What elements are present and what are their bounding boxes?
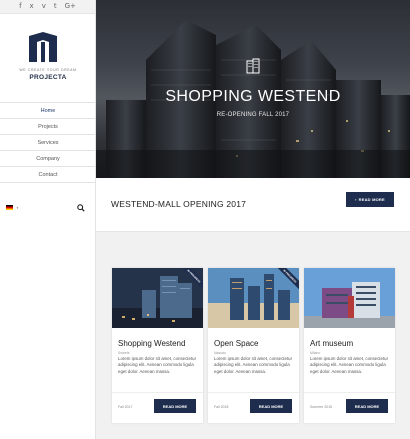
project-image[interactable]: IN PROGRESS (112, 268, 203, 328)
card-category: Milano (310, 351, 321, 355)
card-divider (112, 392, 203, 393)
card-date: Fall 2018 (214, 405, 229, 409)
card-date: Summer 2015 (310, 405, 332, 409)
social-bar: f x v t G+ (0, 0, 95, 14)
hero-title: SHOPPING WESTEND (165, 88, 341, 105)
button-label: READ MORE (358, 197, 385, 202)
chevron-down-icon: ▼ (16, 205, 19, 210)
building-icon (246, 58, 260, 74)
project-card[interactable]: Art museum Milano Lorem ipsum dolor sit … (304, 268, 395, 423)
card-divider (208, 392, 299, 393)
brand-tagline: WE CREATE YOUR DREAM (19, 68, 77, 72)
google-plus-icon[interactable]: G+ (65, 3, 76, 10)
card-title[interactable]: Shopping Westend (118, 339, 185, 348)
main-nav: Home Projects Services Company Contact (0, 102, 96, 183)
card-read-more-button[interactable]: READ MORE (154, 399, 196, 413)
xing-icon[interactable]: x (30, 3, 34, 10)
card-date: Fall 2017 (118, 405, 133, 409)
chevron-right-icon: › (355, 197, 357, 202)
logo-icon[interactable] (27, 32, 59, 62)
card-divider (304, 392, 395, 393)
nav-item-projects[interactable]: Projects (0, 119, 96, 135)
read-more-button[interactable]: › READ MORE (346, 192, 394, 207)
card-excerpt: Lorem ipsum dolor sit amet, consectetur … (214, 356, 293, 374)
facebook-icon[interactable]: f (19, 3, 21, 10)
brand-name[interactable]: PROJECTA (0, 74, 96, 81)
project-card[interactable]: IN PROGRESS Open Space Nassau Lorem ipsu… (208, 268, 299, 423)
card-category: Sweets (118, 351, 130, 355)
project-image[interactable] (304, 268, 395, 328)
card-read-more-button[interactable]: READ MORE (250, 399, 292, 413)
card-excerpt: Lorem ipsum dolor sit amet, consectetur … (310, 356, 389, 374)
project-image[interactable]: IN PROGRESS (208, 268, 299, 328)
card-category: Nassau (214, 351, 226, 355)
card-read-more-button[interactable]: READ MORE (346, 399, 388, 413)
hero-subtitle: RE-OPENING FALL 2017 (216, 112, 290, 118)
card-title[interactable]: Art museum (310, 339, 353, 348)
project-card[interactable]: IN PROGRESS Shopping Westend Sweets Lore… (112, 268, 203, 423)
sidebar: f x v t G+ WE CREATE YOUR DREAM PROJECTA… (0, 0, 96, 439)
language-switcher[interactable]: ▼ (6, 205, 19, 210)
nav-item-services[interactable]: Services (0, 135, 96, 151)
nav-item-company[interactable]: Company (0, 151, 96, 167)
nav-item-contact[interactable]: Contact (0, 167, 96, 183)
german-flag-icon (6, 205, 13, 210)
announcement-banner: WESTEND-MALL OPENING 2017 › READ MORE (96, 178, 410, 232)
nav-item-home[interactable]: Home (0, 103, 96, 119)
banner-title: WESTEND-MALL OPENING 2017 (111, 199, 247, 209)
card-excerpt: Lorem ipsum dolor sit amet, consectetur … (118, 356, 197, 374)
hero-slider: SHOPPING WESTEND RE-OPENING FALL 2017 (96, 0, 410, 178)
card-title[interactable]: Open Space (214, 339, 258, 348)
vimeo-icon[interactable]: v (42, 3, 46, 10)
tumblr-icon[interactable]: t (54, 3, 57, 10)
search-icon[interactable] (77, 204, 85, 212)
